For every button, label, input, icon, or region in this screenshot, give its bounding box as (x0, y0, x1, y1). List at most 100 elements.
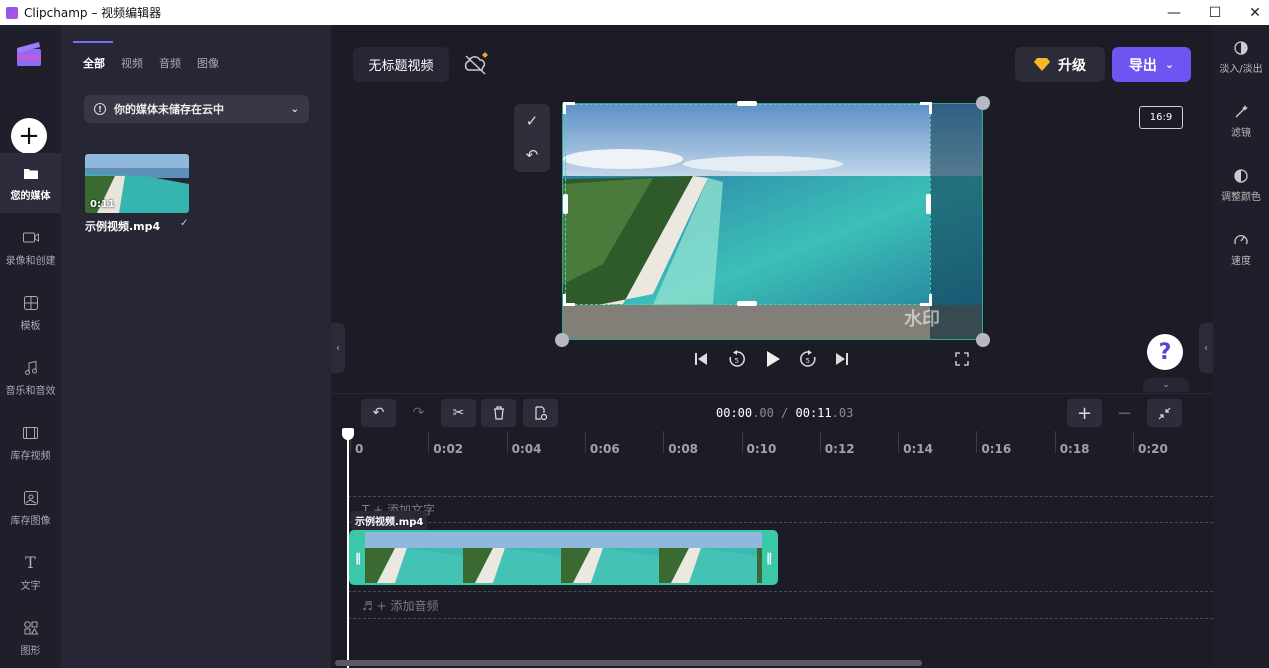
check-icon: ✓ (180, 218, 189, 229)
aspect-ratio-button[interactable]: 16:9 (1139, 106, 1183, 129)
scissors-icon: ✂ (452, 405, 465, 421)
upgrade-button[interactable]: 升级 (1015, 47, 1105, 82)
close-button[interactable]: ✕ (1236, 0, 1269, 25)
nav-graphics[interactable]: 图形 (0, 608, 61, 668)
nav-record-create[interactable]: 录像和创建 (0, 218, 61, 278)
ruler-gridline (741, 431, 743, 453)
timeline-ruler[interactable]: 0 0:02 0:04 0:06 0:08 0:10 0:12 0:14 0:16 0:18 0:2… (331, 431, 1213, 456)
adjust-colors-button[interactable]: 调整颜色 (1213, 169, 1269, 203)
film-icon (23, 425, 38, 441)
cloud-notice-dropdown[interactable]: ! 你的媒体未储存在云中 ⌄ (84, 95, 309, 123)
nav-label: 模板 (20, 320, 41, 332)
video-clip[interactable]: ∥ ∥ (349, 530, 778, 585)
media-filename: 示例视频.mp4 (85, 220, 161, 233)
playhead-handle[interactable] (342, 428, 354, 440)
timeline-scrollbar[interactable] (335, 660, 922, 666)
nav-label: 文字 (20, 580, 41, 592)
crop-box[interactable] (565, 104, 931, 305)
nav-templates[interactable]: 模板 (0, 283, 61, 343)
ruler-gridline (1054, 431, 1056, 453)
resize-handle-top-right[interactable] (976, 96, 990, 110)
crop-handle-top-right[interactable] (920, 102, 932, 114)
tab-audio[interactable]: 音频 (159, 55, 181, 71)
tab-all[interactable]: 全部 (73, 41, 113, 71)
watermark-text: 水印 (904, 309, 940, 330)
add-audio-track[interactable]: ♬ + 添加音频 (348, 591, 1213, 619)
collapse-media-panel-button[interactable]: ‹ (331, 323, 345, 373)
maximize-button[interactable]: ☐ (1196, 0, 1234, 25)
fullscreen-button[interactable] (953, 350, 971, 368)
ruler-tick-label: 0:06 (589, 442, 620, 456)
media-thumbnail[interactable]: 0:11 (85, 154, 189, 213)
crop-handle-bottom-left[interactable] (563, 294, 575, 306)
split-button[interactable]: ✂ (441, 399, 476, 427)
media-panel: 全部 视频 音频 图像 ! 你的媒体未储存在云中 ⌄ 0:11 示例视频.mp4… (61, 25, 331, 668)
ruler-tick-label: 0:12 (824, 442, 855, 456)
crop-handle-bottom-right[interactable] (920, 294, 932, 306)
nav-stock-images[interactable]: 库存图像 (0, 478, 61, 538)
svg-text:5: 5 (806, 357, 810, 365)
timecode-current: 00:00 (716, 406, 753, 420)
crop-handle-bottom[interactable] (737, 301, 757, 306)
cloud-off-icon[interactable] (463, 52, 491, 76)
undo-button[interactable]: ↶ (361, 399, 396, 427)
timecode-total-frac: .03 (831, 406, 854, 420)
resize-handle-bottom-left[interactable] (555, 333, 569, 347)
collapse-properties-panel-button[interactable]: ‹ (1199, 323, 1213, 373)
nav-text[interactable]: T 文字 (0, 543, 61, 603)
timecode: 00:00.00 / 00:11.03 (716, 406, 853, 420)
speed-button[interactable]: 速度 (1213, 233, 1269, 267)
export-label: 导出 (1128, 57, 1157, 74)
help-button[interactable]: ? (1147, 334, 1183, 370)
skip-to-start-button[interactable] (692, 350, 710, 368)
clip-trim-handle-left[interactable]: ∥ (351, 532, 365, 583)
minimize-button[interactable]: — (1155, 0, 1193, 25)
nav-label: 录像和创建 (5, 255, 56, 267)
nav-music-sfx[interactable]: 音乐和音效 (0, 348, 61, 408)
rewind-5s-button[interactable]: 5 (727, 350, 747, 368)
trash-icon (493, 406, 504, 420)
crop-handle-right[interactable] (926, 194, 931, 214)
nav-label: 图形 (20, 645, 41, 657)
undo-icon: ↶ (525, 146, 539, 164)
clip-trim-handle-right[interactable]: ∥ (762, 532, 776, 583)
ruler-gridline (428, 431, 430, 453)
redo-button[interactable]: ↷ (401, 399, 436, 427)
forward-5s-button[interactable]: 5 (798, 350, 818, 368)
filmstrip-frame (561, 532, 659, 583)
project-title-input[interactable]: 无标题视频 (353, 47, 449, 82)
reset-crop-button[interactable]: ↶ (514, 138, 550, 172)
ruler-tick-label: 0:10 (746, 442, 777, 456)
resize-handle-bottom-right[interactable] (976, 333, 990, 347)
confirm-crop-button[interactable]: ✓ (514, 104, 550, 138)
crop-handle-left[interactable] (563, 194, 568, 214)
grid-icon (23, 295, 38, 311)
skip-to-end-button[interactable] (833, 350, 851, 368)
tab-video[interactable]: 视频 (121, 55, 143, 71)
play-button[interactable] (763, 350, 783, 368)
add-text-track[interactable]: T + 添加文字 (348, 496, 1213, 523)
add-media-button[interactable]: + (11, 118, 47, 154)
upgrade-label: 升级 (1058, 57, 1086, 74)
nav-your-media[interactable]: 您的媒体 (0, 153, 61, 213)
zoom-out-button[interactable]: − (1107, 399, 1142, 427)
tab-image[interactable]: 图像 (197, 55, 219, 71)
properties-panel: 淡入/淡出 滤镜 调整颜色 速度 (1213, 25, 1269, 668)
fit-timeline-button[interactable] (1147, 399, 1182, 427)
playhead[interactable] (347, 435, 349, 668)
ruler-tick-label: 0:08 (668, 442, 699, 456)
fade-in-out-button[interactable]: 淡入/淡出 (1213, 41, 1269, 75)
delete-button[interactable] (481, 399, 516, 427)
crop-handle-top-left[interactable] (563, 102, 575, 114)
crop-handle-top[interactable] (737, 101, 757, 106)
nav-stock-video[interactable]: 库存视频 (0, 413, 61, 473)
ruler-gridline (1133, 431, 1134, 453)
export-button[interactable]: 导出 ⌄ (1112, 47, 1191, 82)
ruler-gridline (976, 431, 978, 453)
zoom-in-button[interactable]: + (1067, 399, 1102, 427)
filters-button[interactable]: 滤镜 (1213, 105, 1269, 139)
clip-filmstrip (365, 532, 776, 583)
ruler-tick-label: 0 (355, 442, 364, 456)
collapse-timeline-button[interactable]: ⌄ (1143, 378, 1189, 392)
add-to-timeline-button[interactable] (523, 399, 558, 427)
